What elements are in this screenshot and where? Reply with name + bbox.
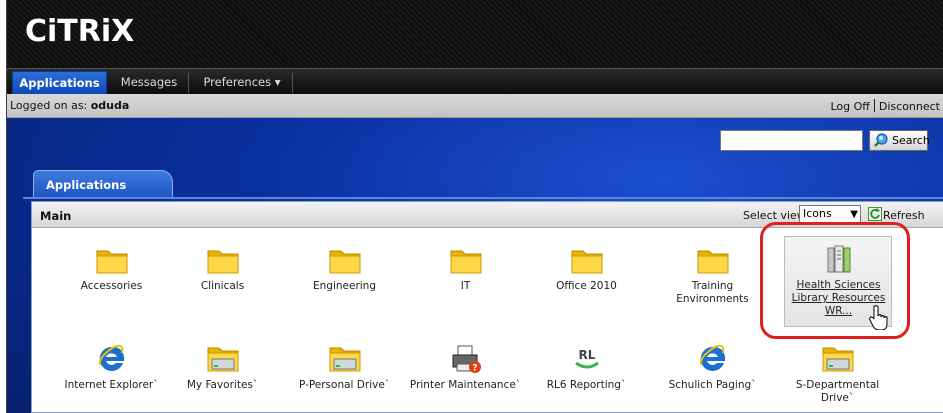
app-accessories[interactable]: Accessories bbox=[54, 244, 169, 293]
app-label: IT bbox=[460, 280, 471, 292]
nav-divider bbox=[188, 73, 189, 93]
app-s-departmental-drive[interactable]: S-Departmental Drive` bbox=[780, 343, 895, 405]
app-label: My Favorites` bbox=[186, 379, 259, 391]
chevron-down-icon: ▼ bbox=[850, 209, 858, 220]
app-my-favorites[interactable]: My Favorites` bbox=[165, 343, 280, 392]
app-label: P-Personal Drive` bbox=[298, 379, 391, 391]
folder-icon bbox=[697, 250, 728, 274]
app-p-personal-drive[interactable]: P-Personal Drive` bbox=[287, 343, 402, 392]
panel-title: Main bbox=[40, 209, 72, 223]
app-schulich-paging[interactable]: Schulich Paging` bbox=[655, 343, 770, 392]
tab-applications[interactable]: Applications bbox=[12, 71, 107, 95]
svg-text:?: ? bbox=[472, 364, 477, 374]
header: CiTRiX bbox=[7, 0, 943, 68]
refresh-button[interactable]: Refresh bbox=[883, 209, 925, 222]
hand-cursor-icon bbox=[869, 305, 888, 330]
search-icon bbox=[874, 133, 888, 147]
tab-preferences[interactable]: Preferences ▾ bbox=[193, 71, 291, 95]
app-clinicals[interactable]: Clinicals bbox=[165, 244, 280, 293]
rl6-icon: RL bbox=[574, 348, 599, 369]
nav-bar: Applications Messages Preferences ▾ bbox=[7, 68, 943, 95]
app-label: Accessories bbox=[80, 280, 143, 292]
app-training-environments[interactable]: Training Environments bbox=[655, 244, 770, 306]
folder-icon bbox=[450, 250, 481, 274]
app-label: RL6 Reporting` bbox=[546, 379, 627, 391]
drive-icon bbox=[207, 347, 238, 372]
app-it[interactable]: IT bbox=[408, 244, 523, 293]
session-links: Log Off Disconnect bbox=[831, 99, 940, 113]
app-internet-explorer[interactable]: Internet Explorer` bbox=[54, 343, 169, 392]
folder-icon bbox=[571, 250, 602, 274]
refresh-icon[interactable] bbox=[868, 207, 882, 221]
search-input[interactable] bbox=[720, 130, 863, 151]
app-label: Internet Explorer` bbox=[64, 379, 159, 391]
internet-explorer-icon bbox=[699, 344, 725, 371]
nav-divider bbox=[292, 73, 293, 93]
printer-icon: ? bbox=[452, 345, 481, 374]
tab-messages[interactable]: Messages bbox=[111, 71, 187, 95]
app-label: Clinicals bbox=[200, 280, 245, 292]
app-label: Office 2010 bbox=[556, 280, 617, 292]
app-rl6-reporting[interactable]: RL RL6 Reporting` bbox=[529, 343, 644, 392]
drive-icon bbox=[822, 347, 853, 372]
internet-explorer-icon bbox=[98, 344, 124, 371]
log-off-link[interactable]: Log Off bbox=[831, 100, 870, 113]
citrix-logo: CiTRiX bbox=[25, 14, 135, 49]
applications-panel-tab[interactable]: Applications bbox=[33, 170, 173, 198]
username: oduda bbox=[90, 99, 130, 112]
app-printer-maintenance[interactable]: ? Printer Maintenance` bbox=[408, 343, 523, 392]
folder-icon bbox=[329, 250, 360, 274]
logged-on-label: Logged on as: bbox=[10, 99, 91, 112]
folder-icon bbox=[96, 250, 127, 274]
search-button[interactable]: Search bbox=[869, 130, 930, 151]
tab-underline bbox=[23, 197, 943, 199]
app-label: Schulich Paging` bbox=[668, 379, 757, 391]
app-office-2010[interactable]: Office 2010 bbox=[529, 244, 644, 293]
app-label: Engineering bbox=[313, 280, 376, 292]
logged-on-text: Logged on as: oduda bbox=[10, 99, 129, 112]
view-select-value: Icons bbox=[803, 207, 832, 220]
search-button-label: Search bbox=[892, 134, 930, 147]
status-bar: Logged on as: oduda Log Off Disconnect bbox=[7, 94, 943, 118]
app-engineering[interactable]: Engineering bbox=[287, 244, 402, 293]
link-divider bbox=[873, 99, 875, 112]
folder-icon bbox=[207, 250, 238, 274]
app-label: Printer Maintenance` bbox=[409, 379, 522, 391]
citrix-window: CiTRiX Applications Messages Preferences… bbox=[6, 0, 943, 413]
view-select[interactable]: Icons ▼ bbox=[799, 205, 861, 223]
drive-icon bbox=[329, 347, 360, 372]
app-label: Training Environments bbox=[676, 280, 749, 305]
app-label: S-Departmental Drive` bbox=[795, 379, 880, 404]
disconnect-link[interactable]: Disconnect bbox=[879, 100, 940, 113]
svg-text:RL: RL bbox=[578, 348, 595, 362]
